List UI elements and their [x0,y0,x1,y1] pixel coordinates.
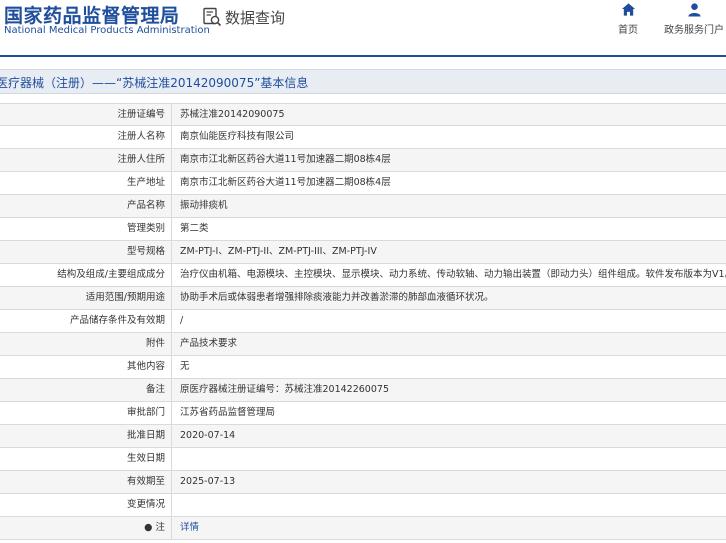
table-row: 审批部门 江苏省药品监督管理局 [0,402,726,425]
row-value: 治疗仪由机箱、电源模块、主控模块、显示模块、动力系统、传动软轴、动力输出装置（即… [180,269,726,280]
table-row: 型号规格 ZM-PTJ-I、ZM-PTJ-II、ZM-PTJ-III、ZM-PTJ… [0,241,726,264]
table-row: 有效期至 2025-07-13 [0,471,726,494]
row-label: 产品储存条件及有效期 [0,310,172,332]
table-row: 注册证编号 苏械注准20142090075 [0,103,726,126]
table-row: 附件 产品技术要求 [0,333,726,356]
table-row: 适用范围/预期用途 协助手术后或体弱患者增强排除痰液能力并改善淤滞的肺部血液循环状… [0,287,726,310]
row-value: 无 [180,361,190,372]
table-row: 其他内容无 [0,356,726,379]
row-value [172,494,726,516]
row-label: 注册人住所 [0,149,172,171]
table-row: 生效日期 [0,448,726,471]
table-row: 备注 原医疗器械注册证编号：苏械注准20142260075 [0,379,726,402]
table-row: 注册人名称 南京仙能医疗科技有限公司 [0,126,726,149]
row-value: 南京仙能医疗科技有限公司 [180,131,295,142]
note-label: 注 [155,522,165,533]
nav-portal-label: 政务服务门户 [664,25,724,36]
row-label: 审批部门 [0,402,172,424]
row-label: 适用范围/预期用途 [0,287,172,309]
row-value: 江苏省药品监督管理局 [180,407,276,418]
table-row: 产品储存条件及有效期 / [0,310,726,333]
table-row: 管理类别 第二类 [0,218,726,241]
table-row: 结构及组成/主要组成成分 治疗仪由机箱、电源模块、主控模块、显示模块、动力系统、传… [0,264,726,287]
row-value: 原医疗器械注册证编号：苏械注准20142260075 [180,384,389,395]
details-link[interactable]: 详情 [172,517,726,539]
nav-home-label: 首页 [618,25,638,36]
row-label: 注册人名称 [0,126,172,148]
row-label: 管理类别 [0,218,172,240]
row-value: 振动排痰机 [180,200,228,211]
detail-table: 注册证编号 苏械注准20142090075 注册人名称 南京仙能医疗科技有限公司 注… [0,103,726,540]
row-label: 变更情况 [0,494,172,516]
row-value: 第二类 [180,223,209,234]
table-row: 注册人住所 南京市江北新区药谷大道11号加速器二期08栋4层 [0,149,726,172]
row-label: 产品名称 [0,195,172,217]
table-row: 批准日期 2020-07-14 [0,425,726,448]
row-label: 型号规格 [0,241,172,263]
data-query-link[interactable]: 数据查询 [202,6,285,28]
home-icon [621,3,635,16]
row-value: 南京市江北新区药谷大道11号加速器二期08栋4层 [180,177,391,188]
row-label: 其他内容 [0,356,172,378]
row-value: 苏械注准20142090075 [180,109,285,120]
row-label: 结构及组成/主要组成成分 [0,264,172,286]
table-row: ● 注 详情 [0,517,726,540]
row-label: 批准日期 [0,425,172,447]
nav-service-portal[interactable]: 政务服务门户 [663,2,725,36]
row-value: / [180,315,184,326]
row-label: 有效期至 [0,471,172,493]
header-divider [0,55,726,57]
site-logo-title[interactable]: 国家药品监督管理局 [4,1,180,28]
table-row: 产品名称 振动排痰机 [0,195,726,218]
table-row: 变更情况 [0,494,726,517]
row-label: 生产地址 [0,172,172,194]
row-value: 南京市江北新区药谷大道11号加速器二期08栋4层 [180,154,391,165]
row-label-note: ● 注 [0,517,172,539]
detail-title-bar: 医疗器械（注册）——“苏械注准20142090075”基本信息 [0,69,726,94]
row-label: 生效日期 [0,448,172,470]
user-icon [687,3,701,17]
row-label: 附件 [0,333,172,355]
nav-home[interactable]: 首页 [614,2,642,36]
site-header: 国家药品监督管理局 National Medical Products Admi… [0,0,726,56]
row-value: 协助手术后或体弱患者增强排除痰液能力并改善淤滞的肺部血液循环状况。 [180,292,494,303]
page-title: 医疗器械（注册）——“苏械注准20142090075”基本信息 [0,76,309,90]
bullet-icon: ● [144,522,156,533]
table-row: 生产地址 南京市江北新区药谷大道11号加速器二期08栋4层 [0,172,726,195]
row-value [172,448,726,470]
row-value: 2020-07-14 [180,430,236,441]
row-label: 备注 [0,379,172,401]
search-document-icon [203,7,222,27]
row-label: 注册证编号 [0,104,172,125]
site-logo-subtitle: National Medical Products Administration [4,25,210,36]
data-query-label: 数据查询 [225,8,286,27]
row-value: 2025-07-13 [180,476,236,487]
row-value: ZM-PTJ-I、ZM-PTJ-II、ZM-PTJ-III、ZM-PTJ-IV [180,246,377,257]
row-value: 产品技术要求 [180,338,238,349]
